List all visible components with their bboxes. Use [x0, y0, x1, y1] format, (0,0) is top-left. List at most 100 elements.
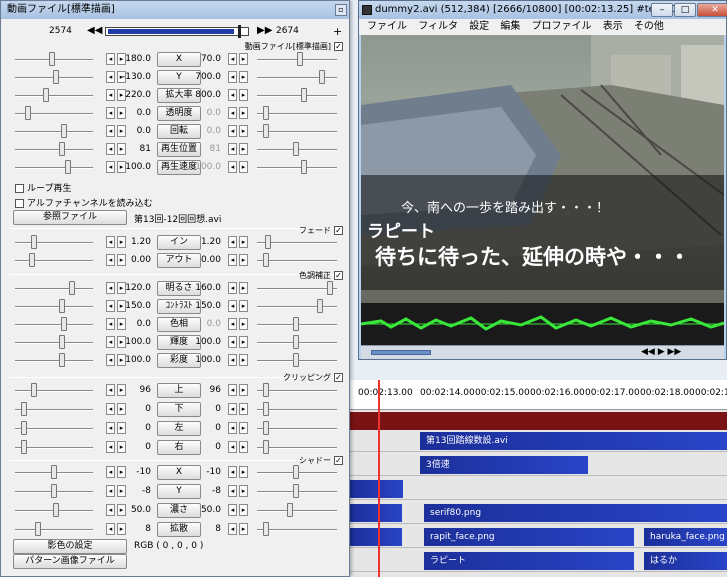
increment-button[interactable]: ▸ — [239, 161, 248, 173]
frame-range-thumb[interactable] — [238, 25, 241, 38]
decrement-button[interactable]: ◂ — [106, 143, 115, 155]
left-slider-track[interactable] — [15, 167, 93, 169]
decrement-button[interactable]: ◂ — [106, 300, 115, 312]
timeline-object[interactable]: はるか — [644, 552, 727, 570]
decrement-button[interactable]: ◂ — [228, 53, 237, 65]
increment-button[interactable]: ▸ — [239, 485, 248, 497]
close-button[interactable]: ✕ — [697, 3, 727, 17]
decrement-button[interactable]: ◂ — [228, 107, 237, 119]
decrement-button[interactable]: ◂ — [106, 422, 115, 434]
right-slider-thumb[interactable] — [263, 522, 269, 536]
decrement-button[interactable]: ◂ — [228, 384, 237, 396]
left-slider-track[interactable] — [15, 360, 93, 362]
right-slider-thumb[interactable] — [301, 88, 307, 102]
left-slider-track[interactable] — [15, 288, 93, 290]
right-slider-track[interactable] — [257, 529, 337, 531]
left-slider-track[interactable] — [15, 324, 93, 326]
left-slider-thumb[interactable] — [21, 421, 27, 435]
left-slider-track[interactable] — [15, 342, 93, 344]
left-slider-thumb[interactable] — [61, 124, 67, 138]
decrement-button[interactable]: ◂ — [106, 71, 115, 83]
timeline-object[interactable]: ラピート — [424, 552, 634, 570]
increment-button[interactable]: ▸ — [239, 53, 248, 65]
timeline-ruler[interactable]: 00:02:13.00 00:02:14.00 00:02:15.00 00:0… — [340, 380, 727, 410]
decrement-button[interactable]: ◂ — [228, 504, 237, 516]
decrement-button[interactable]: ◂ — [228, 466, 237, 478]
menu-file[interactable]: ファイル — [367, 19, 407, 35]
left-slider-track[interactable] — [15, 306, 93, 308]
right-slider-thumb[interactable] — [263, 383, 269, 397]
loop-checkbox[interactable] — [15, 184, 24, 193]
right-slider-thumb[interactable] — [263, 253, 269, 267]
right-slider-track[interactable] — [257, 409, 337, 411]
increment-button[interactable]: ▸ — [239, 336, 248, 348]
timeline-cursor[interactable] — [378, 380, 380, 577]
right-slider-thumb[interactable] — [297, 52, 303, 66]
left-slider-thumb[interactable] — [25, 106, 31, 120]
left-slider-track[interactable] — [15, 131, 93, 133]
decrement-button[interactable]: ◂ — [106, 53, 115, 65]
left-slider-track[interactable] — [15, 242, 93, 244]
decrement-button[interactable]: ◂ — [228, 336, 237, 348]
increment-button[interactable]: ▸ — [239, 441, 248, 453]
right-slider-thumb[interactable] — [287, 503, 293, 517]
right-slider-thumb[interactable] — [319, 70, 325, 84]
seek-slider[interactable] — [371, 350, 431, 355]
left-slider-thumb[interactable] — [59, 335, 65, 349]
decrement-button[interactable]: ◂ — [106, 403, 115, 415]
decrement-button[interactable]: ◂ — [106, 125, 115, 137]
increment-button[interactable]: ▸ — [239, 300, 248, 312]
decrement-button[interactable]: ◂ — [228, 354, 237, 366]
right-slider-thumb[interactable] — [293, 317, 299, 331]
menu-edit[interactable]: 編集 — [500, 19, 520, 35]
section-color-checkbox[interactable]: ✓ — [334, 271, 343, 280]
left-slider-thumb[interactable] — [59, 142, 65, 156]
decrement-button[interactable]: ◂ — [228, 300, 237, 312]
right-slider-track[interactable] — [257, 288, 337, 290]
decrement-button[interactable]: ◂ — [106, 466, 115, 478]
right-slider-thumb[interactable] — [293, 142, 299, 156]
playback-controls-icon[interactable]: ◀◀ ▶ ▶▶ — [641, 347, 681, 357]
decrement-button[interactable]: ◂ — [106, 485, 115, 497]
left-slider-track[interactable] — [15, 390, 93, 392]
right-slider-track[interactable] — [257, 113, 337, 115]
decrement-button[interactable]: ◂ — [228, 236, 237, 248]
decrement-button[interactable]: ◂ — [228, 485, 237, 497]
increment-button[interactable]: ▸ — [239, 143, 248, 155]
decrement-button[interactable]: ◂ — [106, 384, 115, 396]
timeline-object[interactable]: haruka_face.png — [644, 528, 727, 546]
increment-button[interactable]: ▸ — [239, 254, 248, 266]
right-slider-track[interactable] — [257, 447, 337, 449]
right-slider-track[interactable] — [257, 77, 337, 79]
decrement-button[interactable]: ◂ — [228, 523, 237, 535]
right-slider-track[interactable] — [257, 306, 337, 308]
left-slider-thumb[interactable] — [65, 160, 71, 174]
left-slider-track[interactable] — [15, 260, 93, 262]
left-slider-thumb[interactable] — [21, 402, 27, 416]
decrement-button[interactable]: ◂ — [228, 125, 237, 137]
timeline-object[interactable]: serif80.png — [424, 504, 727, 522]
right-slider-track[interactable] — [257, 260, 337, 262]
increment-button[interactable]: ▸ — [239, 107, 248, 119]
decrement-button[interactable]: ◂ — [228, 318, 237, 330]
increment-button[interactable]: ▸ — [239, 403, 248, 415]
prev-frame-icon[interactable]: ◀◀ — [87, 25, 102, 36]
left-slider-thumb[interactable] — [35, 522, 41, 536]
right-slider-track[interactable] — [257, 167, 337, 169]
increment-button[interactable]: ▸ — [239, 236, 248, 248]
left-slider-thumb[interactable] — [49, 52, 55, 66]
decrement-button[interactable]: ◂ — [106, 282, 115, 294]
left-slider-thumb[interactable] — [59, 353, 65, 367]
right-slider-thumb[interactable] — [263, 421, 269, 435]
left-slider-thumb[interactable] — [61, 317, 67, 331]
timeline-red-track[interactable] — [340, 412, 727, 430]
decrement-button[interactable]: ◂ — [228, 71, 237, 83]
increment-button[interactable]: ▸ — [239, 504, 248, 516]
decrement-button[interactable]: ◂ — [228, 143, 237, 155]
timeline-object[interactable]: 3倍速 — [420, 456, 588, 474]
frame-range-slider[interactable] — [105, 25, 249, 38]
left-slider-thumb[interactable] — [43, 88, 49, 102]
left-slider-track[interactable] — [15, 149, 93, 151]
left-slider-thumb[interactable] — [53, 70, 59, 84]
timeline-object[interactable] — [350, 504, 402, 522]
